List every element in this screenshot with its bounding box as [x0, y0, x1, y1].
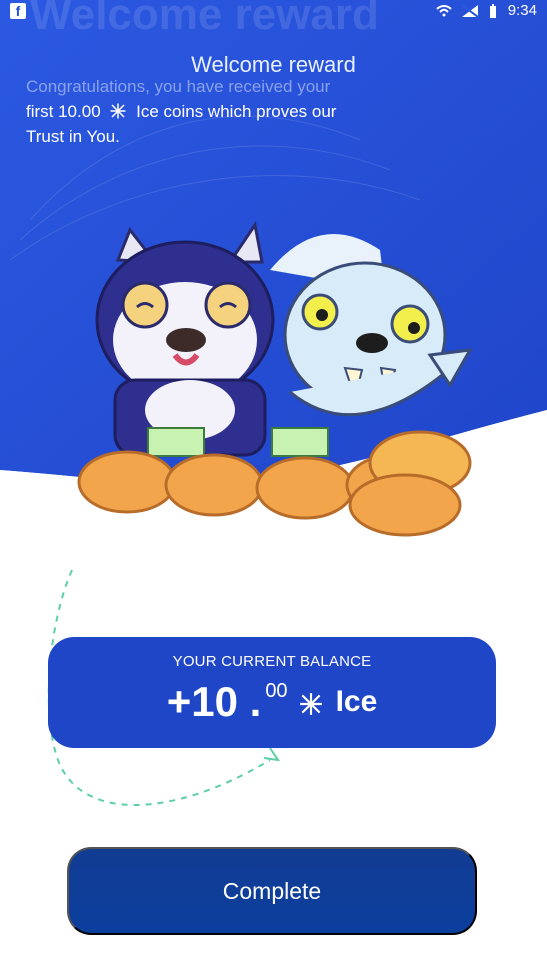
signal-icon: [461, 4, 478, 17]
balance-decimal: 00: [265, 680, 288, 702]
snowflake-icon: [110, 103, 126, 119]
battery-icon: [489, 3, 496, 18]
intro-line-2-unit: Ice coins which proves our: [136, 102, 337, 121]
snowflake-icon: [299, 693, 322, 715]
balance-main: +10 .: [166, 678, 262, 725]
status-icons: 9:34: [436, 2, 537, 19]
balance-label: YOUR CURRENT BALANCE: [172, 653, 372, 670]
intro-faded: Congratulations, you have received your: [26, 77, 331, 96]
status-time: 9:34: [507, 2, 537, 19]
intro-line-2-text: first 10.00: [26, 102, 101, 121]
intro-line-2: first 10.00 Ice coins which proves our: [26, 99, 406, 124]
hero-section: f 9:34 Welcome reward Welcome reward Con…: [0, 0, 547, 560]
facebook-icon: f: [10, 3, 26, 19]
intro-text: Congratulations, you have received your …: [26, 74, 406, 149]
ghost-title: Welcome reward: [30, 0, 379, 39]
balance-value: +10 . 00 Ice: [48, 679, 496, 725]
balance-card: YOUR CURRENT BALANCE +10 . 00 Ice: [48, 637, 496, 748]
intro-line-3: Trust in You.: [26, 127, 120, 146]
complete-button[interactable]: Complete: [67, 847, 477, 935]
balance-unit: Ice: [335, 685, 378, 718]
wifi-icon: [436, 4, 452, 16]
